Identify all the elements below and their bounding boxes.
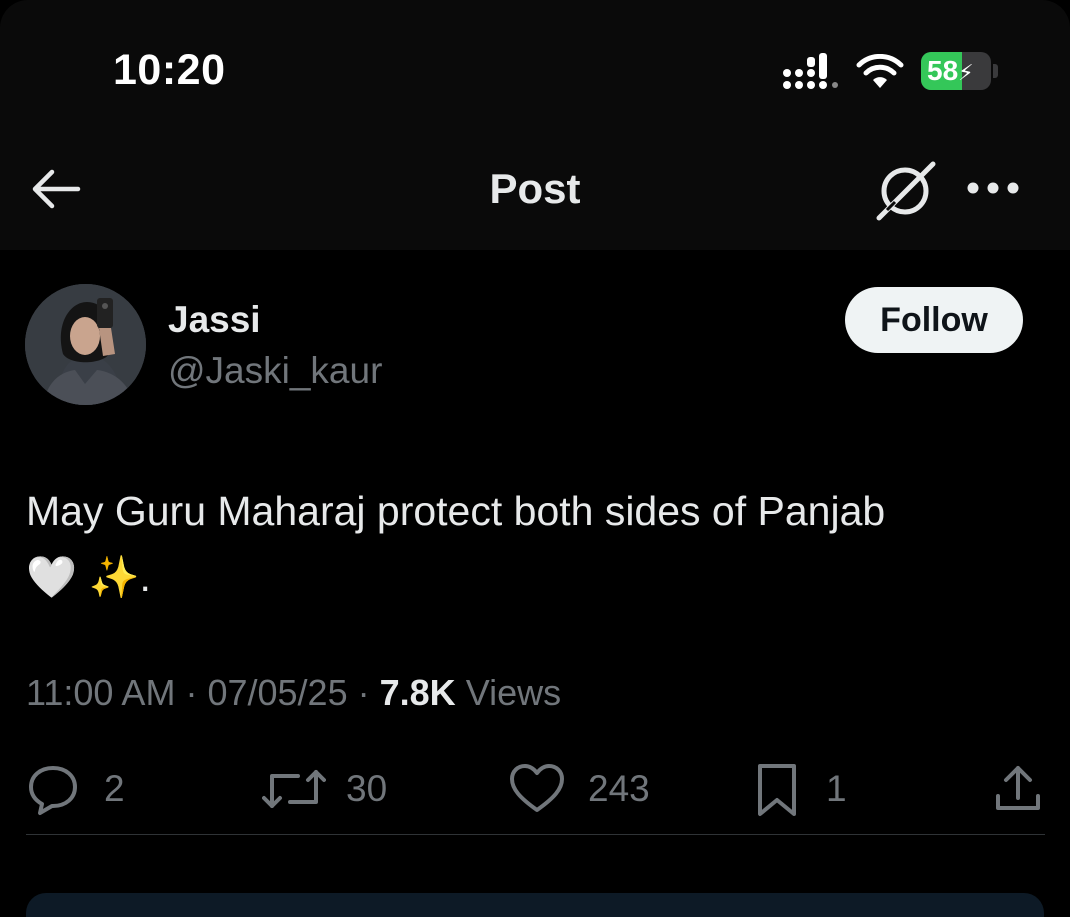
post-body: May Guru Maharaj protect both sides of P… (26, 488, 886, 534)
repost-button[interactable]: 30 (262, 762, 402, 818)
reply-count: 2 (104, 768, 125, 809)
repost-count: 30 (346, 768, 388, 809)
post-text: May Guru Maharaj protect both sides of P… (26, 478, 1036, 610)
battery-body: 58⚡ (921, 52, 991, 90)
avatar-photo (25, 284, 146, 405)
bookmark-button[interactable]: 1 (756, 762, 856, 818)
meta-separator: · (185, 672, 198, 713)
status-time: 10:20 (113, 46, 226, 94)
wifi-icon (856, 54, 904, 88)
follow-button[interactable]: Follow (845, 287, 1023, 353)
avatar[interactable] (25, 284, 146, 405)
charging-bolt-icon: ⚡ (958, 60, 974, 85)
grok-icon[interactable] (873, 158, 939, 222)
bottom-card[interactable] (26, 893, 1044, 917)
views-label: Views (465, 672, 562, 713)
battery-percent-label: 58 (927, 55, 959, 86)
battery-nub (993, 64, 998, 78)
meta-separator: · (357, 672, 370, 713)
post-date[interactable]: 07/05/25 (207, 672, 347, 713)
like-count: 243 (588, 768, 650, 809)
bookmark-icon (758, 764, 796, 816)
share-icon (996, 766, 1040, 810)
sparkles-emoji: ✨ (88, 553, 140, 601)
battery-percent: 58⚡ (921, 52, 991, 90)
post-trailing-dot: . (139, 554, 151, 600)
share-button[interactable] (992, 762, 1044, 818)
post-time[interactable]: 11:00 AM (26, 672, 175, 713)
author-name[interactable]: Jassi (168, 299, 261, 341)
divider (26, 834, 1045, 835)
post-meta: 11:00 AM · 07/05/25 · 7.8K Views (26, 672, 561, 714)
battery-indicator: 58⚡ (921, 52, 999, 90)
white-heart-emoji: 🤍 (26, 553, 78, 601)
heart-icon (510, 764, 564, 812)
repost-icon (262, 770, 326, 808)
more-horizontal-icon[interactable] (965, 178, 1021, 198)
app-screen: 10:20 58⚡ Post Jassi @Jaski_kaur Follow … (0, 0, 1070, 917)
author-handle[interactable]: @Jaski_kaur (168, 350, 382, 392)
reply-icon (29, 766, 77, 815)
cellular-signal-icon (783, 53, 838, 89)
views-count[interactable]: 7.8K (380, 672, 456, 713)
reply-button[interactable]: 2 (26, 762, 136, 818)
like-button[interactable]: 243 (508, 762, 668, 818)
bookmark-count: 1 (826, 768, 847, 809)
